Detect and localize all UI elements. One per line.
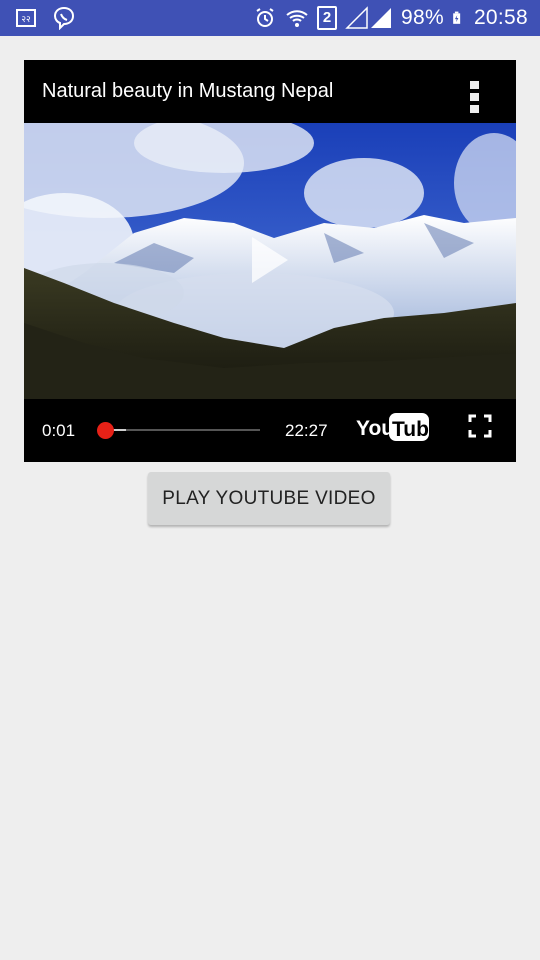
status-bar: २२ 2 98% 20:58 [0,0,540,36]
viber-icon [53,6,75,30]
more-options-icon[interactable] [470,81,480,113]
player-controls: 0:01 22:27 You Tube [24,399,516,462]
battery-charging-icon [453,11,461,24]
alarm-icon [256,8,274,27]
play-overlay-icon[interactable] [250,235,290,285]
current-time: 0:01 [42,421,76,440]
gallery-icon: २२ [16,9,36,27]
youtube-player[interactable]: Natural beauty in Mustang Nepal 0:01 22:… [24,60,516,462]
player-title-bar: Natural beauty in Mustang Nepal [24,60,516,123]
youtube-logo[interactable]: You Tube [356,411,430,443]
fullscreen-icon[interactable] [468,414,492,438]
sim-badge: 2 [317,6,337,30]
svg-text:२२: २२ [21,15,31,25]
signal-icon [345,6,391,29]
video-frame[interactable] [24,123,516,399]
wifi-icon [286,10,308,27]
battery-percent: 98% [401,6,444,29]
total-time: 22:27 [285,421,328,440]
clock: 20:58 [473,6,528,29]
logo-tube: Tube [392,418,430,441]
video-title[interactable]: Natural beauty in Mustang Nepal [42,80,333,103]
logo-you: You [356,417,394,440]
seek-bar[interactable] [106,429,260,431]
seek-thumb[interactable] [97,422,114,439]
play-youtube-video-button[interactable]: PLAY YOUTUBE VIDEO [148,472,390,525]
